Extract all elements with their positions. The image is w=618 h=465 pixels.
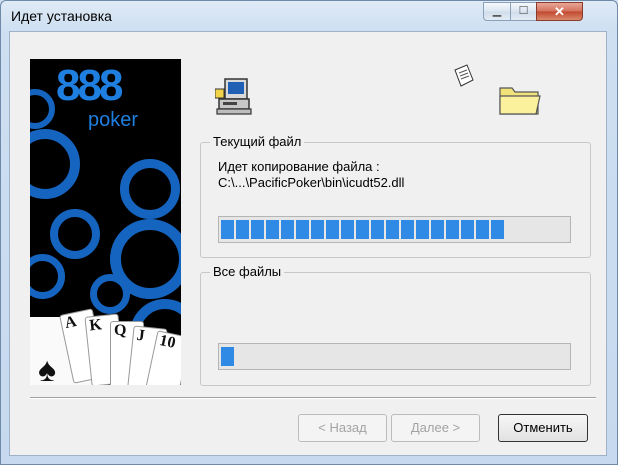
progress-chunk — [326, 220, 339, 239]
progress-chunk — [356, 220, 369, 239]
current-file-path: C:\...\PacificPoker\bin\icudt52.dll — [218, 175, 405, 190]
close-icon: ✕ — [554, 4, 565, 19]
progress-chunk — [401, 220, 414, 239]
progress-chunk — [476, 220, 489, 239]
title-bar[interactable]: Идет установка ▁ ☐ ✕ — [1, 1, 617, 31]
decor-ring — [50, 209, 100, 259]
brand-logo-word: poker — [88, 109, 139, 131]
decor-ring — [30, 129, 80, 199]
decor-ring — [120, 159, 180, 219]
brand-logo-number: 888 — [56, 61, 123, 110]
poker-banner: 888 poker A K Q J 10 ♠ — [30, 59, 181, 385]
progress-chunk — [431, 220, 444, 239]
progress-chunk — [341, 220, 354, 239]
progress-chunk — [491, 220, 504, 239]
back-button[interactable]: < Назад — [298, 414, 387, 442]
all-files-legend: Все файлы — [210, 264, 285, 279]
all-files-group: Все файлы — [200, 264, 591, 386]
decor-ring — [30, 89, 55, 129]
progress-chunk — [446, 220, 459, 239]
progress-chunk — [236, 220, 249, 239]
dialog-client-area: 888 poker A K Q J 10 ♠ Текущий файл Идет… — [9, 31, 607, 456]
current-file-group: Текущий файл Идет копирование файла : C:… — [200, 134, 591, 258]
progress-chunk — [311, 220, 324, 239]
all-files-progress-fill — [221, 347, 234, 366]
progress-chunk — [251, 220, 264, 239]
button-separator — [30, 397, 596, 399]
progress-chunk — [221, 347, 234, 366]
progress-chunk — [281, 220, 294, 239]
minimize-icon: ▁ — [492, 5, 502, 17]
close-button[interactable]: ✕ — [536, 2, 583, 21]
progress-chunk — [296, 220, 309, 239]
progress-chunk — [371, 220, 384, 239]
spade-icon: ♠ — [38, 351, 57, 385]
progress-chunk — [386, 220, 399, 239]
all-files-progress-bar — [218, 343, 571, 370]
minimize-button[interactable]: ▁ — [483, 2, 511, 21]
progress-chunk — [221, 220, 234, 239]
progress-chunk — [416, 220, 429, 239]
progress-chunk — [266, 220, 279, 239]
next-button[interactable]: Далее > — [391, 414, 480, 442]
current-file-progress-fill — [221, 220, 504, 239]
copy-status-text: Идет копирование файла : — [218, 159, 380, 174]
document-icon — [454, 64, 474, 87]
folder-icon — [499, 87, 541, 115]
decor-ring — [90, 274, 130, 314]
maximize-icon: ☐ — [518, 5, 529, 17]
decor-ring — [30, 254, 65, 299]
progress-chunk — [461, 220, 474, 239]
installer-window: Идет установка ▁ ☐ ✕ 888 poker A K Q J 1… — [0, 0, 618, 465]
current-file-legend: Текущий файл — [210, 134, 305, 149]
cancel-button[interactable]: Отменить — [498, 414, 588, 442]
current-file-progress-bar — [218, 216, 571, 243]
maximize-button[interactable]: ☐ — [510, 2, 537, 21]
window-title: Идет установка — [11, 8, 112, 24]
setup-computer-icon — [215, 78, 252, 115]
